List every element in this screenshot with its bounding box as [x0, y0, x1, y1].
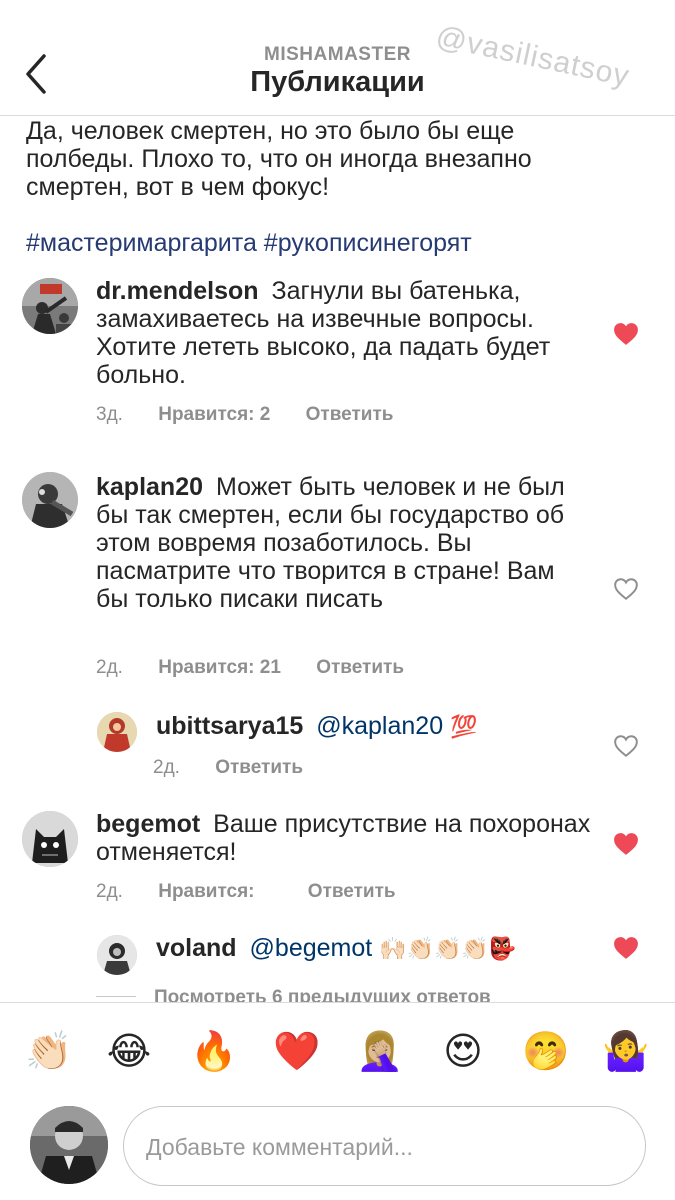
like-heart-filled-icon[interactable] [613, 322, 639, 346]
view-replies-label: Посмотреть 6 предыдущих ответов [154, 987, 491, 1002]
avatar[interactable] [22, 811, 78, 867]
emoji-heart-button[interactable]: ❤️ [272, 1026, 322, 1076]
emoji-facepalm-button[interactable]: 🤦🏼‍♀️ [355, 1026, 405, 1076]
like-heart-filled-icon[interactable] [613, 832, 639, 856]
emoji-hand-over-mouth-button[interactable]: 🤭 [521, 1026, 571, 1076]
comment-time: 2д. [96, 657, 123, 678]
post-hashtags[interactable]: #мастеримаргарита #рукописинегорят [26, 229, 472, 258]
comment-input[interactable] [146, 1129, 616, 1165]
replies-divider-line [96, 996, 136, 997]
current-user-avatar [30, 1106, 108, 1184]
comment-likes[interactable]: Нравится: 2 [158, 404, 270, 426]
mention-link[interactable]: @kaplan20 [316, 712, 443, 740]
reply-button[interactable]: Ответить [308, 881, 396, 903]
comment-username[interactable]: begemot [96, 810, 200, 838]
comment-time: 2д. [96, 881, 123, 902]
comment-username[interactable]: dr.mendelson [96, 277, 259, 305]
avatar[interactable] [97, 712, 137, 752]
emoji-laugh-button[interactable]: 😂 [104, 1026, 154, 1076]
comment-username[interactable]: ubittsarya15 [156, 712, 303, 740]
comment-likes[interactable]: Нравится: [158, 881, 254, 903]
emoji-fire-button[interactable]: 🔥 [189, 1026, 239, 1076]
comment-time: 2д. [153, 757, 180, 778]
view-previous-replies[interactable]: Посмотреть 6 предыдущих ответов [96, 984, 656, 1002]
comment-likes[interactable]: Нравится: 21 [158, 657, 281, 679]
avatar[interactable] [22, 472, 78, 528]
reply-button[interactable]: Ответить [215, 757, 303, 779]
comment-input-container [123, 1106, 646, 1186]
reply-button[interactable]: Ответить [306, 404, 394, 426]
comment-time: 3д. [96, 404, 123, 425]
comment-username[interactable]: kaplan20 [96, 473, 203, 501]
comment-emoji: 🙌🏻👏🏻👏🏻👏🏻👺 [379, 936, 517, 961]
emoji-clap-button[interactable]: 👏🏻 [24, 1026, 74, 1076]
comment-emoji: 💯 [450, 714, 478, 739]
avatar[interactable] [97, 935, 137, 975]
reply-button[interactable]: Ответить [316, 657, 404, 679]
avatar[interactable] [22, 278, 78, 334]
comment-username[interactable]: voland [156, 934, 237, 962]
like-heart-outline-icon[interactable] [613, 577, 639, 601]
like-heart-filled-icon[interactable] [613, 936, 639, 960]
mention-link[interactable]: @begemot [250, 934, 373, 962]
emoji-shrug-button[interactable]: 🤷‍♀️ [601, 1026, 651, 1076]
quick-emoji-row: 👏🏻 😂 🔥 ❤️ 🤦🏼‍♀️ 😍 🤭 🤷‍♀️ [0, 1026, 675, 1076]
like-heart-outline-icon[interactable] [613, 734, 639, 758]
emoji-heart-eyes-button[interactable]: 😍 [438, 1026, 488, 1076]
post-caption: Да, человек смертен, но это было бы еще … [26, 117, 532, 201]
